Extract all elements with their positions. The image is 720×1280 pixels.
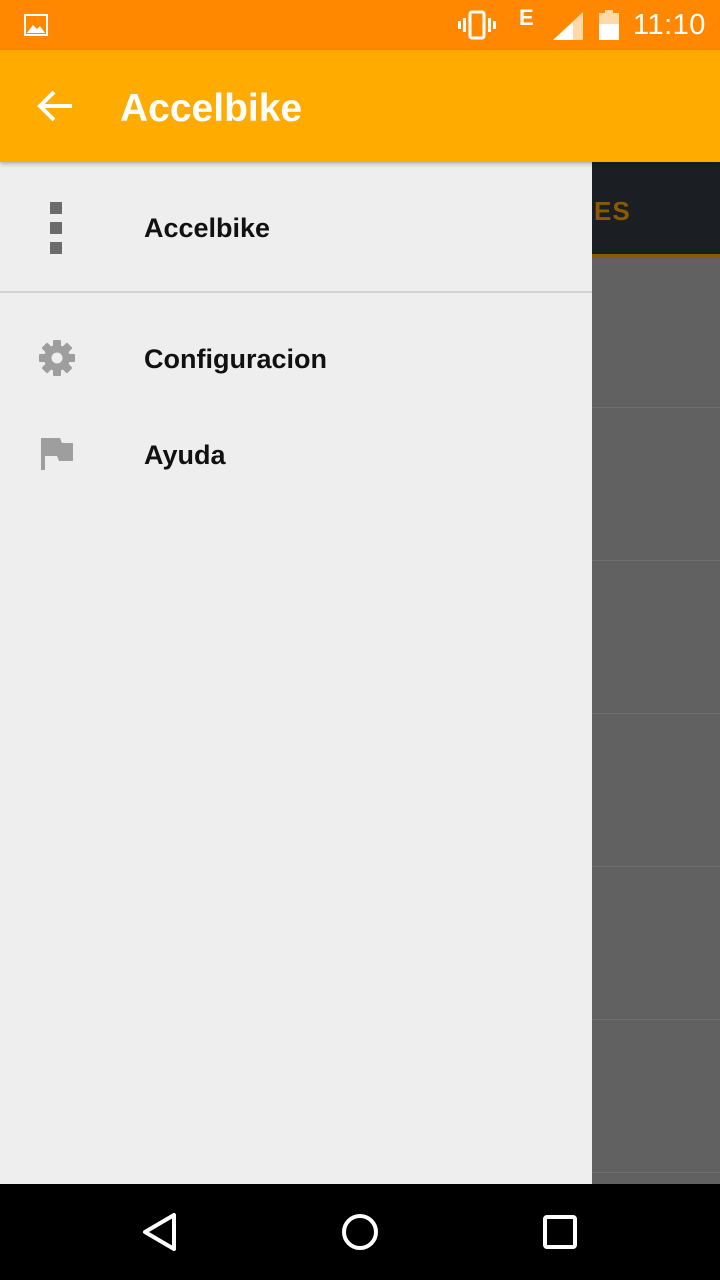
app-bar: Accelbike (0, 50, 720, 162)
battery-icon (599, 10, 619, 40)
drawer-divider (0, 291, 592, 293)
list-divider (592, 1172, 720, 1173)
network-type-label: E (519, 5, 534, 30)
app-title: Accelbike (120, 87, 303, 130)
status-bar: E 11:10 (0, 0, 720, 50)
list-divider (592, 713, 720, 714)
drawer-item-label: Configuracion (144, 344, 327, 374)
image-notification-icon (24, 14, 48, 36)
background-tab-label: ES (594, 196, 631, 226)
home-circle-icon[interactable] (336, 1208, 384, 1256)
back-triangle-icon[interactable] (136, 1208, 184, 1256)
drawer-item-configuracion[interactable]: Configuracion (0, 311, 592, 407)
drawer-header-label: Accelbike (144, 213, 271, 243)
signal-icon (553, 12, 583, 40)
flag-icon (41, 438, 73, 470)
more-vert-icon (50, 202, 62, 254)
recents-square-icon[interactable] (536, 1208, 584, 1256)
list-divider (592, 866, 720, 867)
drawer-item-label: Ayuda (144, 440, 226, 470)
arrow-back-icon[interactable] (36, 86, 76, 126)
gear-icon (39, 340, 75, 376)
vibrate-icon (458, 10, 496, 40)
clock: 11:10 (633, 9, 706, 41)
drawer-item-ayuda[interactable]: Ayuda (0, 407, 592, 503)
tab-indicator (592, 254, 720, 258)
list-divider (592, 407, 720, 408)
drawer-header[interactable]: Accelbike (0, 162, 592, 292)
list-divider (592, 1019, 720, 1020)
list-divider (592, 560, 720, 561)
navigation-drawer: Accelbike Configuracion Ayuda (0, 162, 592, 1184)
system-nav-bar (0, 1184, 720, 1280)
